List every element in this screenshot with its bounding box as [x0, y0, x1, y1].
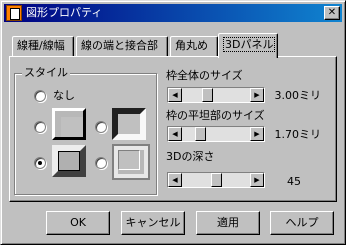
slider-flat-size[interactable]: ◀ ▶: [167, 126, 265, 142]
radio-style-sunken[interactable]: [95, 121, 107, 133]
slider-thumb[interactable]: [195, 127, 206, 141]
slider-left-arrow-icon[interactable]: ◀: [168, 88, 182, 102]
slider-right-arrow-icon[interactable]: ▶: [250, 88, 264, 102]
radio-style-none-label: なし: [53, 89, 75, 102]
slider-left-arrow-icon[interactable]: ◀: [168, 127, 182, 141]
tab-line-ends[interactable]: 線の端と接合部: [76, 36, 168, 56]
preview-sunken[interactable]: [112, 108, 146, 140]
preview-raised-frame[interactable]: [52, 145, 86, 177]
slider-thumb[interactable]: [211, 173, 222, 187]
slider-right-arrow-icon[interactable]: ▶: [250, 127, 264, 141]
slider-depth-label: 3Dの深さ: [166, 150, 215, 163]
preview-raised[interactable]: [52, 108, 86, 140]
slider-flat-size-label: 枠の平坦部のサイズ: [166, 109, 265, 122]
tab-line-type[interactable]: 線種/線幅: [12, 36, 74, 56]
close-button[interactable]: ✕: [324, 6, 340, 20]
slider-left-arrow-icon[interactable]: ◀: [168, 173, 182, 187]
radio-style-none[interactable]: [34, 90, 46, 102]
slider-total-size-value: 3.00ミリ: [274, 89, 322, 102]
slider-total-size-label: 枠全体のサイズ: [166, 69, 243, 82]
slider-depth-value: 45: [287, 175, 301, 188]
slider-flat-size-value: 1.70ミリ: [274, 128, 322, 141]
style-group-label: スタイル: [22, 66, 70, 79]
cancel-button[interactable]: キャンセル: [121, 211, 185, 235]
tab-rounding[interactable]: 角丸め: [170, 36, 218, 56]
app-icon: [6, 5, 22, 21]
slider-total-size[interactable]: ◀ ▶: [167, 87, 265, 103]
ok-button[interactable]: OK: [46, 211, 110, 235]
radio-style-flat-frame[interactable]: [95, 157, 107, 169]
radio-style-raised[interactable]: [34, 121, 46, 133]
help-button[interactable]: ヘルプ: [270, 211, 334, 235]
preview-flat-frame[interactable]: [112, 144, 150, 180]
title-bar: 図形プロパティ ✕: [4, 4, 342, 22]
apply-button[interactable]: 適用: [196, 211, 260, 235]
window-title: 図形プロパティ: [26, 6, 103, 19]
slider-thumb[interactable]: [202, 88, 213, 102]
tab-3d-panel[interactable]: 3Dパネル: [218, 33, 278, 58]
radio-style-raised-frame[interactable]: [34, 157, 46, 169]
